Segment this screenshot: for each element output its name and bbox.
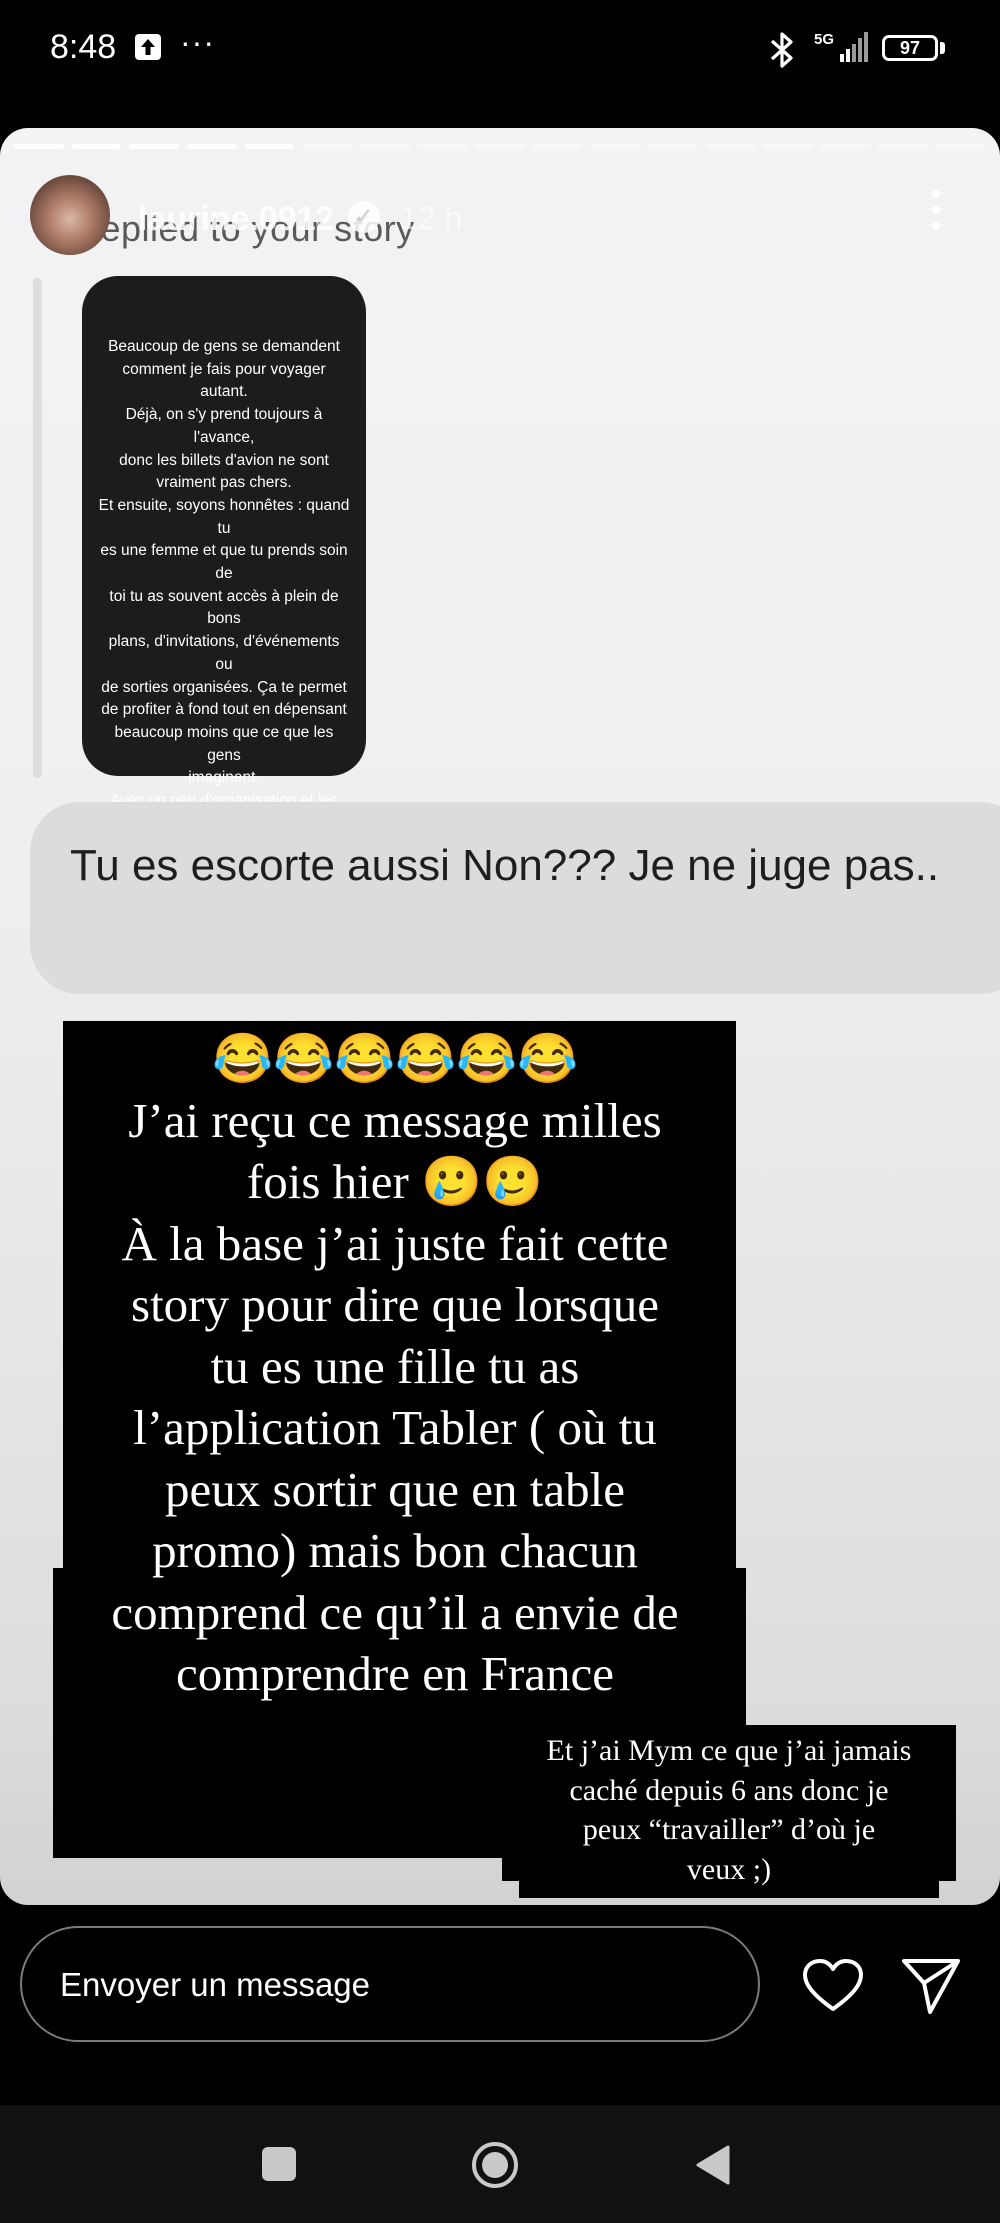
- progress-segment: [302, 144, 352, 149]
- recent-apps-button[interactable]: [262, 2147, 296, 2181]
- progress-segment: [878, 144, 929, 149]
- home-button[interactable]: [470, 2140, 520, 2190]
- bluetooth-icon: [764, 30, 800, 70]
- overlay-text-line: J’ai reçu ce message milles: [128, 1092, 662, 1148]
- overlay-text-line: l’application Tabler ( où tu: [133, 1400, 657, 1455]
- quoted-story-thumbnail[interactable]: Beaucoup de gens se demandent comment je …: [82, 276, 366, 877]
- progress-segment: [648, 144, 698, 149]
- overlay-caption-line: peux “travailler” d’où je: [582, 1813, 876, 1846]
- quoted-story-line: donc les billets d'avion ne sont: [119, 451, 329, 469]
- username[interactable]: laurine.0912: [138, 200, 335, 239]
- overlay-text-line: promo) mais bon chacun: [152, 1523, 638, 1578]
- back-button[interactable]: [695, 2144, 731, 2186]
- upload-arrow-icon: [135, 34, 161, 60]
- progress-segment: [359, 144, 410, 149]
- story-card[interactable]: replied to your story laurine.0912 ✓ 12 …: [0, 128, 1000, 1905]
- progress-segment: [244, 144, 295, 149]
- quoted-story-line: comment je fais pour voyager autant.: [122, 360, 326, 401]
- progress-segment: [186, 144, 237, 149]
- quoted-story-line: beaucoup moins que ce que les gens: [114, 723, 334, 764]
- message-input-placeholder: Envoyer un message: [60, 1966, 371, 2003]
- battery-indicator: 97: [882, 35, 938, 61]
- quoted-story-line: Déjà, on s'y prend toujours à l'avance,: [125, 406, 323, 446]
- progress-segment: [129, 144, 179, 149]
- message-input[interactable]: Envoyer un message: [20, 1926, 760, 2042]
- progress-segment: [820, 144, 871, 149]
- overlay-text-line: À la base j’ai juste fait cette: [121, 1215, 669, 1271]
- progress-segment: [532, 144, 583, 149]
- progress-segment: [705, 144, 756, 149]
- more-vertical-icon[interactable]: [932, 190, 942, 230]
- quote-indicator: [33, 278, 42, 778]
- more-notifications-icon: ···: [180, 24, 215, 60]
- progress-segment: [417, 144, 468, 149]
- quoted-story-line: vraiment pas chers.: [156, 474, 292, 492]
- progress-segment: [71, 144, 122, 149]
- verified-badge-icon: ✓: [348, 201, 380, 233]
- signal-icon: [840, 30, 870, 64]
- avatar[interactable]: [30, 175, 110, 255]
- overlay-text-line: peux sortir que en table: [165, 1461, 625, 1517]
- heart-icon[interactable]: [802, 1958, 864, 2014]
- status-time: 8:48: [50, 28, 117, 66]
- story-overlay-caption: Et j’ai Mym ce que j’ai jamais caché depu…: [505, 1731, 953, 1889]
- overlay-text-line: comprendre en France: [175, 1646, 615, 1701]
- overlay-text-line: 😂😂😂😂😂😂: [211, 1031, 579, 1086]
- story-overlay-text: 😂😂😂😂😂😂 J’ai reçu ce message milles fois hi…: [40, 1028, 750, 1705]
- quoted-story-line: de profiter à fond tout en dépensant: [101, 701, 347, 719]
- send-icon[interactable]: [900, 1956, 962, 2016]
- overlay-caption-line: veux ;): [686, 1852, 772, 1886]
- quoted-story-line: de sorties organisées. Ça te permet: [101, 678, 347, 696]
- battery-tip: [940, 42, 945, 54]
- timestamp: 12 h: [400, 200, 463, 236]
- network-type: 5G: [814, 31, 835, 48]
- status-bar: 8:48 ··· 5G 97: [0, 0, 1000, 110]
- quoted-story-line: imaginent.: [188, 769, 260, 787]
- quoted-story-text: Beaucoup de gens se demandent comment je …: [98, 336, 350, 881]
- quoted-story-line: plans, d'invitations, d'événements ou: [108, 633, 340, 673]
- overlay-text-line: tu es une fille tu as: [210, 1338, 580, 1394]
- quoted-story-line: Beaucoup de gens se demandent: [108, 338, 340, 355]
- quoted-story-line: toi tu as souvent accès à plein de bons: [109, 587, 339, 628]
- overlay-text-line: comprend ce qu’il a envie de: [111, 1584, 679, 1640]
- overlay-caption-line: Et j’ai Mym ce que j’ai jamais: [546, 1734, 912, 1767]
- progress-segment: [14, 144, 64, 149]
- progress-segment: [475, 144, 525, 149]
- quoted-story-line: Et ensuite, soyons honnêtes : quand tu: [98, 496, 350, 537]
- progress-segment: [590, 144, 641, 149]
- overlay-text-line: story pour dire que lorsque: [131, 1277, 659, 1332]
- overlay-text-line: fois hier 🥲🥲: [246, 1154, 544, 1209]
- progress-segment: [936, 144, 986, 149]
- quoted-story-line: es une femme et que tu prends soin de: [100, 542, 348, 583]
- reply-message-text: Tu es escorte aussi Non??? Je ne juge pa…: [70, 841, 940, 890]
- progress-segment: [763, 144, 813, 149]
- story-progress-bar: [14, 144, 986, 149]
- overlay-caption-line: caché depuis 6 ans donc je: [569, 1773, 889, 1807]
- reply-message-bubble: Tu es escorte aussi Non??? Je ne juge pa…: [30, 802, 1000, 994]
